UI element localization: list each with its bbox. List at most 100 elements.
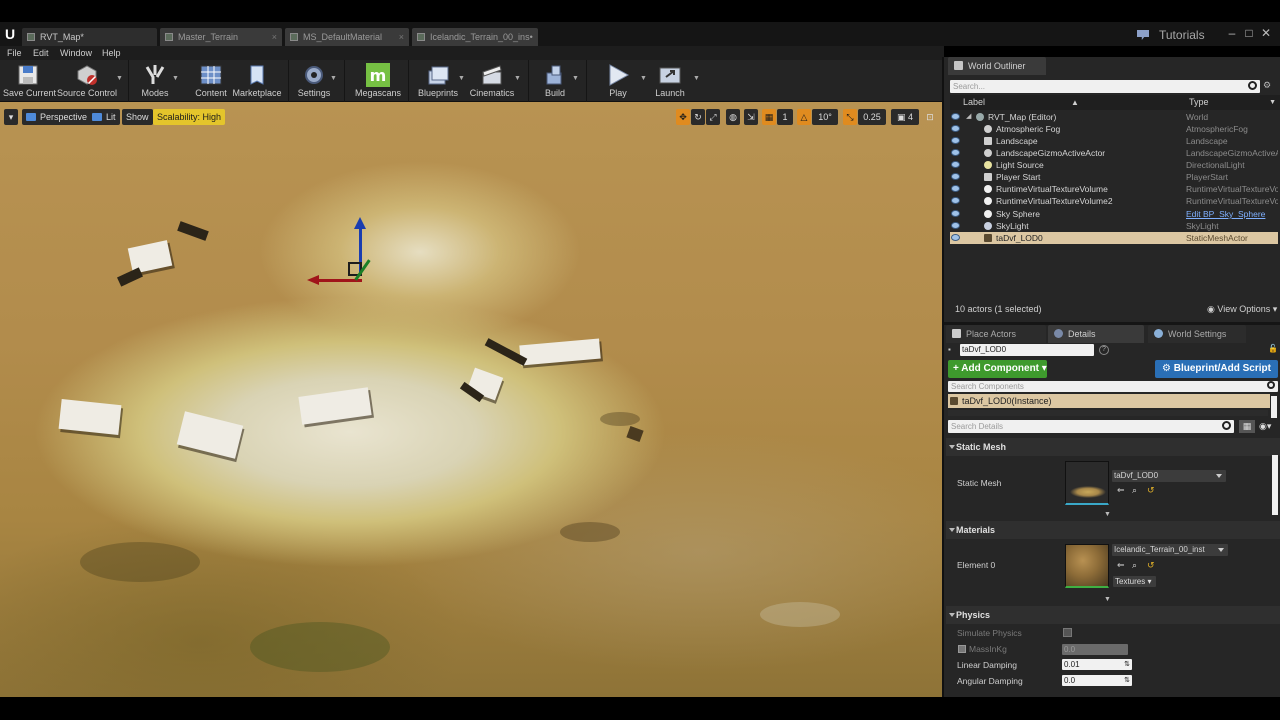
visibility-eye-icon[interactable] [951,113,960,120]
minimize-button[interactable]: – [1226,26,1238,40]
simulate-physics-checkbox[interactable] [1063,628,1072,637]
browse-search-icon[interactable]: ⌕ [1132,486,1140,495]
expand-arrow-icon[interactable]: ▼ [1104,511,1111,518]
outliner-row[interactable]: SkyLight SkyLight [950,220,1278,232]
visibility-eye-icon[interactable] [951,222,960,229]
tab-world-outliner[interactable]: World Outliner [948,57,1046,75]
rotation-snap-value[interactable]: 10° [812,109,838,125]
tab-icelandic-terrain-inst[interactable]: Icelandic_Terrain_00_ins• [412,28,538,46]
outliner-row[interactable]: LandscapeGizmoActiveActor LandscapeGizmo… [950,147,1278,159]
expand-arrow-icon[interactable]: ▼ [1104,596,1111,603]
column-type[interactable]: Type [1189,95,1209,110]
chevron-down-icon[interactable]: ▼ [1269,95,1276,110]
launch-button[interactable]: Launch [650,60,690,102]
static-mesh-thumbnail[interactable] [1065,461,1109,505]
outliner-row[interactable]: RuntimeVirtualTextureVolume2 RuntimeVirt… [950,195,1278,207]
close-tab-icon[interactable]: × [272,28,277,46]
grid-snap-value[interactable]: 1 [777,109,793,125]
megascans-button[interactable]: m Megascans [354,60,402,102]
linear-damping-field[interactable]: 0.01 ⇅ [1062,659,1132,670]
scale-snap-icon[interactable]: ⤡ [843,109,857,125]
maximize-viewport-icon[interactable]: ⊡ [925,109,935,125]
actor-name-field[interactable]: taDvf_LOD0 [960,344,1094,356]
grid-snap-icon[interactable]: ▦ [762,109,776,125]
chevron-down-icon[interactable]: ▼ [116,75,123,82]
mass-override-checkbox[interactable] [958,645,966,653]
scale-snap-value[interactable]: 0.25 [858,109,886,125]
surface-snap-icon[interactable]: ⇲ [744,109,758,125]
drag-arrows-icon[interactable]: ⇅ [1124,659,1130,670]
outliner-options-icon[interactable]: ⚙ [1263,80,1277,93]
marketplace-button[interactable]: Marketplace [232,60,282,102]
reset-arrow-icon[interactable]: ↺ [1147,486,1155,495]
browse-search-icon[interactable]: ⌕ [1132,561,1140,570]
sort-ascending-icon[interactable]: ▲ [1071,95,1079,110]
column-label[interactable]: Label [963,95,985,110]
outliner-row[interactable]: Light Source DirectionalLight [950,159,1278,171]
world-space-icon[interactable]: ◍ [726,109,740,125]
category-materials[interactable]: Materials [946,521,1280,539]
visibility-eye-icon[interactable] [951,197,960,204]
chevron-down-icon[interactable]: ▼ [693,75,700,82]
material-thumbnail[interactable] [1065,544,1109,588]
visibility-eye-icon[interactable] [951,137,960,144]
level-viewport[interactable]: ▾ Perspective Lit Show Scalability: High… [0,102,942,697]
search-icon[interactable] [1248,81,1257,90]
show-button[interactable]: Show [122,109,153,125]
actor-lock-icon[interactable]: ▪ [948,345,957,354]
tab-ms-default-material[interactable]: MS_DefaultMaterial × [285,28,409,46]
tab-master-terrain[interactable]: Master_Terrain × [160,28,282,46]
rotate-mode-icon[interactable]: ↻ [691,109,705,125]
chevron-down-icon[interactable]: ▼ [572,75,579,82]
tab-rvt-map[interactable]: RVT_Map* [22,28,157,46]
textures-dropdown[interactable]: Textures ▾ [1113,576,1156,587]
material-combo[interactable]: Icelandic_Terrain_00_inst [1112,544,1228,556]
blueprint-add-script-button[interactable]: ⚙ Blueprint/Add Script [1155,360,1278,378]
tab-place-actors[interactable]: Place Actors [946,325,1046,343]
visibility-eye-icon[interactable] [951,173,960,180]
collapse-arrow-icon[interactable]: ◢ [966,113,974,121]
search-icon[interactable] [1267,381,1275,389]
close-button[interactable]: ✕ [1260,26,1272,40]
maximize-button[interactable]: □ [1243,26,1255,40]
camera-speed-button[interactable]: ▣ 4 [891,109,919,125]
menu-edit[interactable]: Edit [33,46,49,60]
chevron-down-icon[interactable]: ▼ [172,75,179,82]
outliner-row-selected[interactable]: taDvf_LOD0 StaticMeshActor [950,232,1278,244]
source-control-button[interactable]: Source Control [56,60,118,102]
visibility-eye-icon[interactable] [951,185,960,192]
drag-arrows-icon[interactable]: ⇅ [1124,675,1130,686]
tab-world-settings[interactable]: World Settings [1148,325,1246,343]
save-current-button[interactable]: Save Current [3,60,56,102]
lit-button[interactable]: Lit [88,109,120,125]
static-mesh-combo[interactable]: taDvf_LOD0 [1112,470,1226,482]
blueprints-button[interactable]: Blueprints [414,60,462,102]
visibility-eye-icon[interactable] [951,125,960,132]
components-scrollbar[interactable] [1271,396,1277,418]
translate-mode-icon[interactable]: ✥ [676,109,690,125]
menu-window[interactable]: Window [60,46,92,60]
add-component-button[interactable]: + Add Component ▾ [948,360,1047,378]
view-options-button[interactable]: ◉ View Options ▾ [1207,304,1277,315]
search-components-input[interactable]: Search Components [948,381,1278,392]
chevron-down-icon[interactable]: ▼ [330,75,337,82]
settings-button[interactable]: Settings [293,60,335,102]
content-button[interactable]: Content [190,60,232,102]
category-physics[interactable]: Physics [946,606,1280,624]
visibility-eye-icon[interactable] [951,149,960,156]
menu-help[interactable]: Help [102,46,121,60]
mass-field[interactable]: 0.0 [1062,644,1128,655]
tutorials-button[interactable]: Tutorials [1137,27,1205,43]
details-scrollbar[interactable] [1272,455,1278,515]
outliner-row[interactable]: Atmospheric Fog AtmosphericFog [950,123,1278,135]
use-selected-arrow-icon[interactable]: ⇐ [1117,486,1125,495]
lock-icon[interactable]: 🔓 [1268,344,1278,353]
search-details-input[interactable]: Search Details [948,420,1234,433]
help-icon[interactable]: ? [1099,345,1109,355]
visibility-eye-icon[interactable] [951,210,960,217]
cinematics-button[interactable]: Cinematics [468,60,516,102]
outliner-row[interactable]: RuntimeVirtualTextureVolume RuntimeVirtu… [950,183,1278,195]
scale-mode-icon[interactable]: ⤢ [706,109,720,125]
close-tab-icon[interactable]: × [399,28,404,46]
chevron-down-icon[interactable]: ▼ [640,75,647,82]
